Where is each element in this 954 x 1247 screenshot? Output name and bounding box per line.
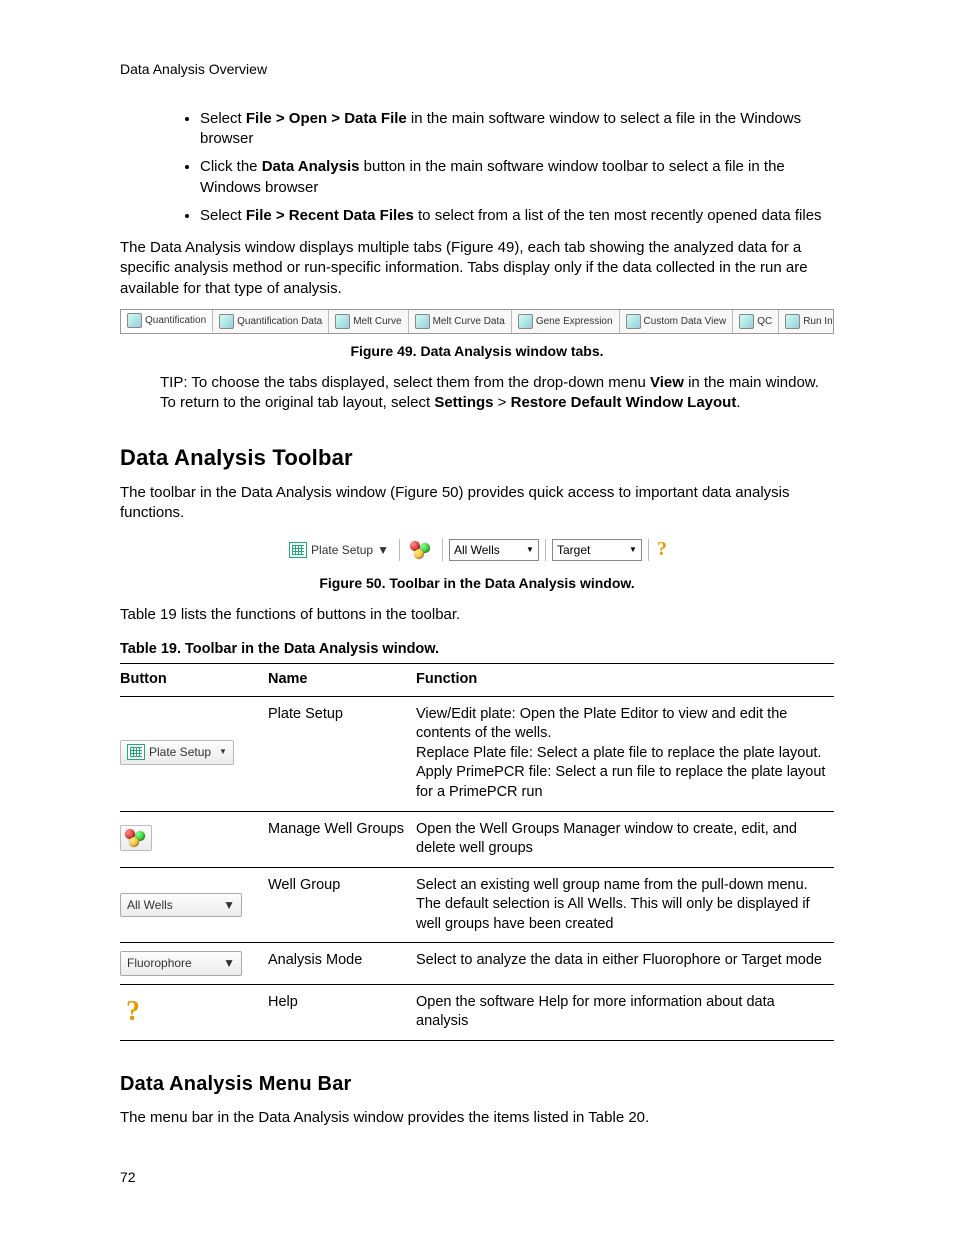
- dropdown-select[interactable]: Fluorophore▼: [120, 951, 242, 975]
- help-button[interactable]: ?: [655, 536, 669, 563]
- paragraph: Table 19 lists the functions of buttons …: [120, 605, 834, 625]
- dropdown-select[interactable]: All Wells▼: [120, 893, 242, 917]
- col-header-function: Function: [416, 664, 834, 697]
- col-header-name: Name: [268, 664, 416, 697]
- tab-gene-expression[interactable]: Gene Expression: [512, 310, 620, 333]
- tab-qc[interactable]: QC: [733, 310, 779, 333]
- chevron-down-icon: ▼: [377, 542, 389, 558]
- button-cell: Fluorophore▼: [120, 943, 268, 984]
- function-cell: Select an existing well group name from …: [416, 867, 834, 943]
- list-item: Click the Data Analysis button in the ma…: [200, 157, 834, 198]
- qc-icon: [739, 314, 754, 329]
- paragraph: The Data Analysis window displays multip…: [120, 238, 834, 299]
- tab-melt-curve[interactable]: Melt Curve: [329, 310, 408, 333]
- name-cell: Analysis Mode: [268, 943, 416, 984]
- tab-custom-data-view[interactable]: Custom Data View: [620, 310, 734, 333]
- chevron-down-icon: ▼: [526, 545, 534, 556]
- data-analysis-tabs: Quantification Quantification Data Melt …: [120, 309, 834, 334]
- plate-setup-button[interactable]: Plate Setup▼: [120, 740, 234, 764]
- table-19-caption: Table 19. Toolbar in the Data Analysis w…: [120, 640, 834, 660]
- section-heading-toolbar: Data Analysis Toolbar: [120, 443, 834, 473]
- curve-icon: [335, 314, 350, 329]
- divider: [648, 539, 649, 561]
- list-item: Select File > Recent Data Files to selec…: [200, 206, 834, 226]
- data-analysis-toolbar: Plate Setup ▼ All Wells ▼ Target ▼ ?: [279, 533, 675, 566]
- paragraph: The menu bar in the Data Analysis window…: [120, 1108, 834, 1128]
- table-row: Plate Setup▼ Plate SetupView/Edit plate: …: [120, 696, 834, 811]
- toolbar-functions-table: Button Name Function Plate Setup▼Plate S…: [120, 663, 834, 1041]
- plate-icon: [289, 542, 307, 558]
- table-icon: [219, 314, 234, 329]
- plate-setup-button[interactable]: Plate Setup ▼: [289, 542, 389, 558]
- wells-icon: [125, 829, 147, 847]
- name-cell: Help: [268, 984, 416, 1040]
- function-cell: Open the Well Groups Manager window to c…: [416, 811, 834, 867]
- divider: [442, 539, 443, 561]
- instruction-list: Select File > Open > Data File in the ma…: [120, 109, 834, 226]
- function-cell: Select to analyze the data in either Flu…: [416, 943, 834, 984]
- tip-paragraph: TIP: To choose the tabs displayed, selec…: [160, 373, 834, 414]
- button-cell: All Wells▼: [120, 867, 268, 943]
- gear-icon: [626, 314, 641, 329]
- tab-melt-curve-data[interactable]: Melt Curve Data: [409, 310, 512, 333]
- table-row: Manage Well GroupsOpen the Well Groups M…: [120, 811, 834, 867]
- chevron-down-icon: ▼: [223, 897, 235, 913]
- well-group-select[interactable]: All Wells ▼: [449, 539, 539, 561]
- info-icon: [785, 314, 800, 329]
- col-header-button: Button: [120, 664, 268, 697]
- help-icon[interactable]: ?: [120, 993, 146, 1031]
- chevron-down-icon: ▼: [223, 955, 235, 971]
- page-header: Data Analysis Overview: [120, 60, 834, 79]
- figure-49-caption: Figure 49. Data Analysis window tabs.: [120, 342, 834, 361]
- manage-well-groups-button[interactable]: [120, 825, 152, 851]
- divider: [399, 539, 400, 561]
- name-cell: Plate Setup: [268, 696, 416, 811]
- paragraph: The toolbar in the Data Analysis window …: [120, 483, 834, 524]
- divider: [545, 539, 546, 561]
- name-cell: Well Group: [268, 867, 416, 943]
- chart-icon: [127, 313, 142, 328]
- list-item: Select File > Open > Data File in the ma…: [200, 109, 834, 150]
- table-row: All Wells▼ Well GroupSelect an existing w…: [120, 867, 834, 943]
- button-cell: [120, 811, 268, 867]
- button-cell: ?: [120, 984, 268, 1040]
- table-row: ? HelpOpen the software Help for more inf…: [120, 984, 834, 1040]
- tab-run-information[interactable]: Run Information: [779, 310, 834, 333]
- plate-icon: [127, 744, 145, 760]
- table-row: Fluorophore▼ Analysis ModeSelect to analy…: [120, 943, 834, 984]
- name-cell: Manage Well Groups: [268, 811, 416, 867]
- section-heading-menu-bar: Data Analysis Menu Bar: [120, 1071, 834, 1098]
- function-cell: View/Edit plate: Open the Plate Editor t…: [416, 696, 834, 811]
- chevron-down-icon: ▼: [219, 747, 227, 758]
- tab-quantification-data[interactable]: Quantification Data: [213, 310, 329, 333]
- manage-well-groups-button[interactable]: [410, 541, 432, 559]
- button-cell: Plate Setup▼: [120, 696, 268, 811]
- chevron-down-icon: ▼: [629, 545, 637, 556]
- page-number: 72: [120, 1168, 834, 1187]
- figure-50-caption: Figure 50. Toolbar in the Data Analysis …: [120, 574, 834, 593]
- analysis-mode-select[interactable]: Target ▼: [552, 539, 642, 561]
- bars-icon: [518, 314, 533, 329]
- function-cell: Open the software Help for more informat…: [416, 984, 834, 1040]
- tab-quantification[interactable]: Quantification: [121, 310, 213, 333]
- table-icon: [415, 314, 430, 329]
